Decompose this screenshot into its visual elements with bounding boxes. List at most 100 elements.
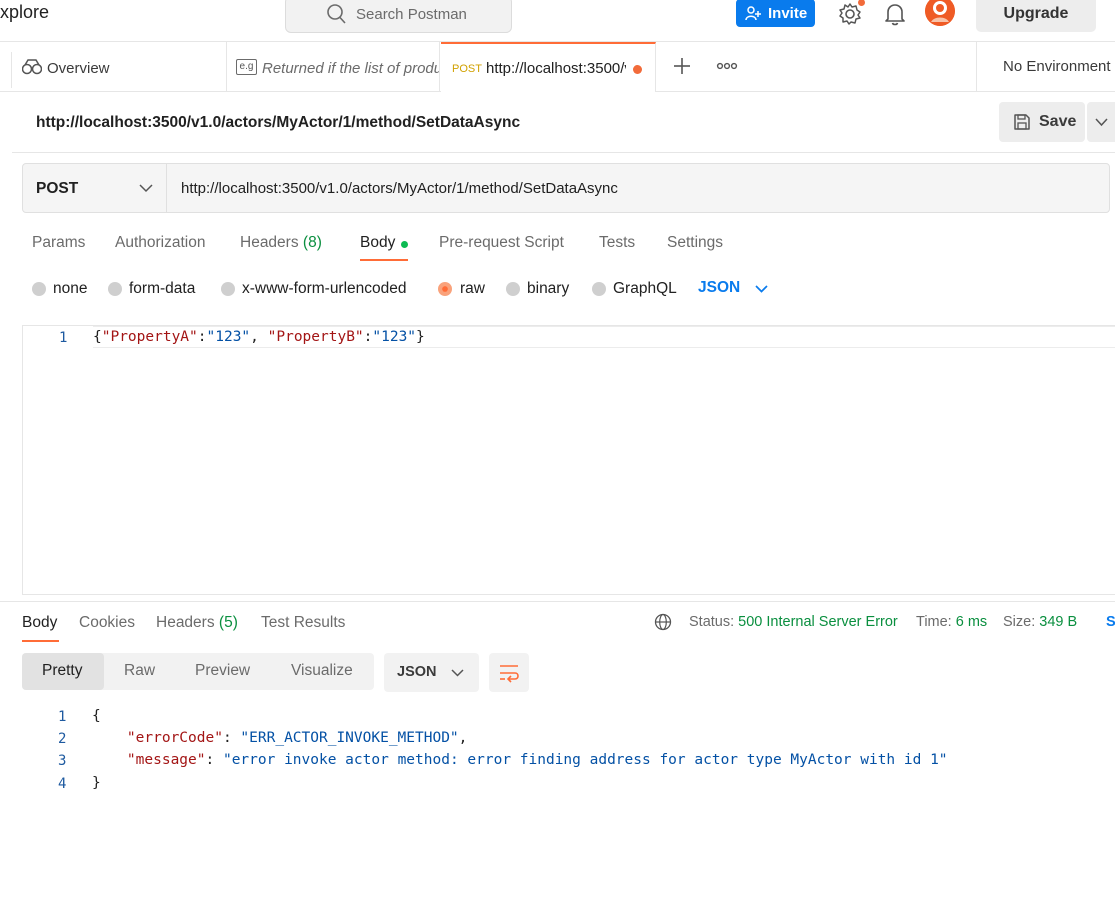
method-select[interactable]: POST xyxy=(23,164,167,212)
response-status[interactable]: Status: 500 Internal Server Error xyxy=(689,614,898,630)
radio-none[interactable] xyxy=(32,282,46,296)
invite-label: Invite xyxy=(768,5,808,22)
headers-count: (8) xyxy=(302,234,322,251)
radio-graphql-label[interactable]: GraphQL xyxy=(613,280,677,298)
tab-active-request[interactable]: POST http://localhost:3500/v1.0/actors xyxy=(441,42,656,92)
tab-headers[interactable]: Headers (8) xyxy=(240,234,322,252)
search-placeholder: Search Postman xyxy=(356,6,467,23)
url-bar: POST http://localhost:3500/v1.0/actors/M… xyxy=(22,163,1110,213)
radio-urlencoded[interactable] xyxy=(221,282,235,296)
response-format-label: JSON xyxy=(397,664,437,680)
brace: { xyxy=(93,329,102,345)
upgrade-button[interactable]: Upgrade xyxy=(976,0,1096,32)
tab-method-badge: POST xyxy=(452,63,482,75)
time-label: Time: xyxy=(916,614,952,630)
tab-active-label: http://localhost:3500/v1.0/actors xyxy=(486,60,626,77)
environment-label: No Environment xyxy=(1003,58,1111,75)
response-brace-close: } xyxy=(92,775,101,791)
editor-code[interactable]: {"PropertyA":"123", "PropertyB":"123"} xyxy=(93,329,425,345)
json-key: "errorCode" xyxy=(126,730,223,746)
radio-form-data[interactable] xyxy=(108,282,122,296)
add-user-icon xyxy=(745,6,761,21)
explore-nav-link[interactable]: xplore xyxy=(0,2,49,23)
url-input[interactable]: http://localhost:3500/v1.0/actors/MyActo… xyxy=(181,180,618,197)
plus-icon[interactable] xyxy=(672,56,692,76)
time-value: 6 ms xyxy=(955,614,988,630)
wrap-lines-icon xyxy=(500,665,519,683)
comma: , xyxy=(250,329,259,345)
json-key: "PropertyA" xyxy=(101,329,198,345)
line-number: 3 xyxy=(58,753,67,769)
wrap-lines-button[interactable] xyxy=(489,653,529,692)
response-format-select[interactable]: JSON xyxy=(384,653,479,692)
json-key: "PropertyB" xyxy=(267,329,364,345)
radio-urlencoded-label[interactable]: x-www-form-urlencoded xyxy=(242,280,407,298)
line-number: 2 xyxy=(58,731,67,747)
response-tab-headers-label: Headers xyxy=(156,614,215,631)
response-time[interactable]: Time: 6 ms xyxy=(916,614,987,630)
search-input[interactable]: Search Postman xyxy=(285,0,512,33)
size-label: Size: xyxy=(1003,614,1036,630)
globe-icon[interactable] xyxy=(654,613,672,631)
unsaved-dot[interactable] xyxy=(633,65,642,74)
response-view-segmented: Pretty Raw Preview Visualize xyxy=(22,653,374,690)
json-value: "error invoke actor method: error findin… xyxy=(222,752,948,768)
view-preview-button[interactable]: Preview xyxy=(195,662,250,680)
search-icon xyxy=(327,4,346,24)
settings-gear-icon[interactable] xyxy=(838,2,862,26)
tab-tests[interactable]: Tests xyxy=(599,234,635,252)
save-button[interactable]: Save xyxy=(999,102,1085,142)
tab-prerequest-script[interactable]: Pre-request Script xyxy=(439,234,564,252)
tab-settings[interactable]: Settings xyxy=(667,234,723,252)
environment-selector[interactable]: No Environment xyxy=(976,42,1115,92)
size-value: 349 B xyxy=(1039,614,1078,630)
save-response-button[interactable]: S xyxy=(1106,614,1115,630)
radio-graphql[interactable] xyxy=(592,282,606,296)
bell-icon[interactable] xyxy=(884,2,906,26)
body-format-select[interactable]: JSON xyxy=(698,279,740,297)
tab-headers-label: Headers xyxy=(240,234,299,251)
brace: } xyxy=(416,329,425,345)
request-body-editor[interactable]: 1 {"PropertyA":"123", "PropertyB":"123"} xyxy=(22,325,1115,595)
radio-none-label[interactable]: none xyxy=(53,280,87,298)
radio-binary-label[interactable]: binary xyxy=(527,280,569,298)
response-size[interactable]: Size: 349 B xyxy=(1003,614,1077,630)
save-options-button[interactable] xyxy=(1087,102,1115,142)
active-tab-underline xyxy=(22,640,59,642)
radio-binary[interactable] xyxy=(506,282,520,296)
chevron-down-icon xyxy=(1095,118,1108,127)
radio-raw-label[interactable]: raw xyxy=(460,280,485,298)
status-label: Status: xyxy=(689,614,735,630)
invite-button[interactable]: Invite xyxy=(736,0,815,27)
tab-authorization[interactable]: Authorization xyxy=(115,234,205,252)
body-indicator-dot xyxy=(401,241,408,248)
divider xyxy=(12,152,1115,153)
radio-form-data-label[interactable]: form-data xyxy=(129,280,195,298)
json-value: "123" xyxy=(372,329,417,345)
tab-body[interactable]: Body xyxy=(360,234,395,252)
response-tab-cookies[interactable]: Cookies xyxy=(79,614,135,632)
json-key: "message" xyxy=(126,752,206,768)
colon: : xyxy=(197,329,207,345)
more-icon[interactable] xyxy=(716,62,738,70)
tab-example-label: Returned if the list of products xyxy=(262,60,439,77)
view-pretty-label[interactable]: Pretty xyxy=(42,662,82,680)
active-tab-underline xyxy=(360,259,408,261)
view-visualize-button[interactable]: Visualize xyxy=(291,662,353,680)
tab-example[interactable]: e.g Returned if the list of products xyxy=(227,42,440,92)
chevron-down-icon xyxy=(139,184,153,193)
json-value: "ERR_ACTOR_INVOKE_METHOD" xyxy=(240,730,459,746)
json-value: "123" xyxy=(206,329,251,345)
tab-overview[interactable]: Overview xyxy=(12,42,227,92)
response-tab-headers[interactable]: Headers (5) xyxy=(156,614,238,632)
line-number: 1 xyxy=(59,330,68,346)
response-tab-test-results[interactable]: Test Results xyxy=(261,614,345,632)
chevron-down-icon[interactable] xyxy=(755,283,768,294)
response-tab-body[interactable]: Body xyxy=(22,614,57,632)
response-headers-count: (5) xyxy=(218,614,238,631)
response-divider[interactable] xyxy=(0,601,1115,602)
example-icon: e.g xyxy=(236,59,257,75)
view-raw-button[interactable]: Raw xyxy=(124,662,155,680)
tab-params[interactable]: Params xyxy=(32,234,85,252)
request-title[interactable]: http://localhost:3500/v1.0/actors/MyActo… xyxy=(36,114,520,132)
